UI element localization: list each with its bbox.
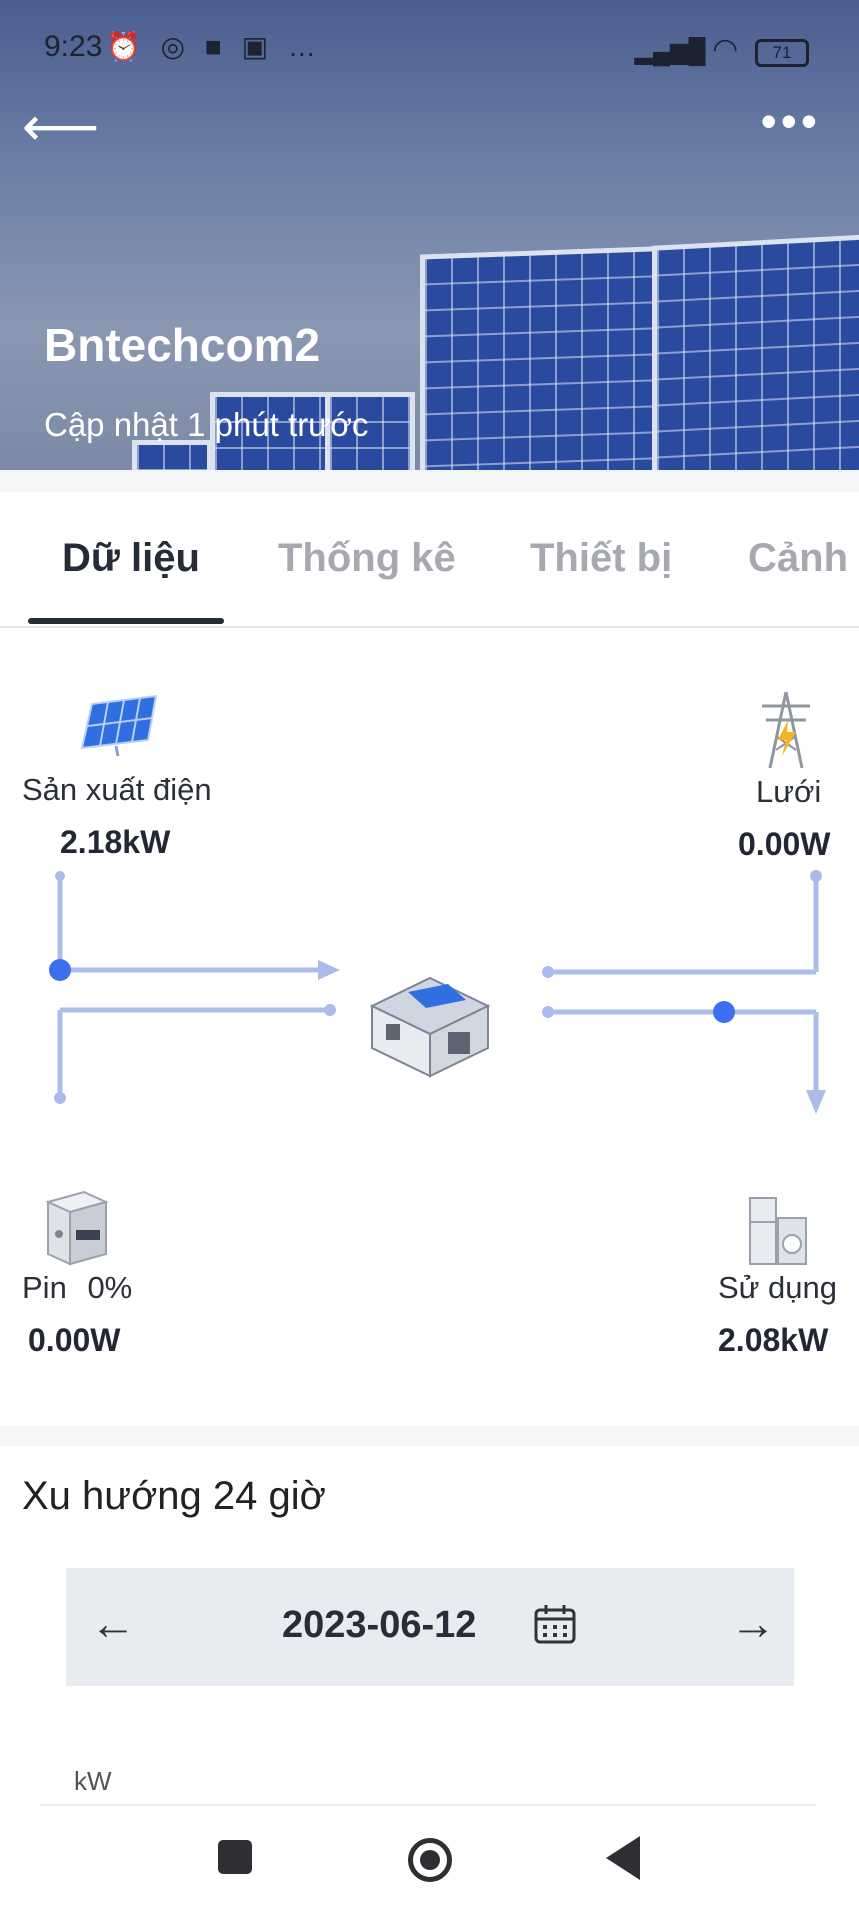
chart-unit-label: kW — [74, 1766, 112, 1796]
selected-date[interactable]: 2023-06-12 — [282, 1604, 476, 1647]
wifi-icon: ◠ — [712, 33, 739, 66]
tab-statistics[interactable]: Thống kê — [278, 536, 456, 581]
status-icons: ⏰ ◎ ■ ▣ … — [106, 30, 322, 63]
production-value: 2.18kW — [60, 824, 171, 860]
consumption-label: Sử dụng — [718, 1270, 838, 1305]
appliance-icon — [749, 1197, 807, 1265]
more-horizontal-icon: ••• — [760, 95, 821, 147]
energy-flow-card: Sản xuất điện 2.18kW Lưới 0.00W Pin 0% 0… — [0, 628, 859, 1426]
consumption-value: 2.08kW — [718, 1322, 829, 1358]
calendar-icon[interactable] — [534, 1604, 576, 1644]
battery-label: Pin 0% — [22, 1270, 132, 1306]
page-title: Bntechcom2 — [44, 319, 321, 371]
arrow-right-icon: → — [730, 1597, 776, 1649]
back-button[interactable]: ⟵ — [22, 100, 99, 154]
shopee-icon: ▣ — [241, 31, 275, 62]
more-icon: … — [287, 31, 322, 62]
arrow-left-icon: ← — [90, 1597, 136, 1649]
signal-icon: ▂▄▆█ — [634, 38, 706, 65]
notification-icon: ■ — [204, 31, 228, 62]
chart-gridline — [40, 1804, 816, 1806]
battery-cabinet-icon — [45, 1190, 109, 1266]
tab-alerts[interactable]: Cảnh l — [748, 536, 859, 581]
trend-title: Xu hướng 24 giờ — [22, 1474, 326, 1518]
arrow-left-icon: ⟵ — [22, 97, 100, 157]
alarm-icon: ⏰ — [106, 31, 147, 62]
status-right: ▂▄▆█ ◠ 71 — [635, 32, 809, 67]
solar-panel-image — [420, 245, 680, 470]
battery-percent: 0% — [87, 1270, 133, 1305]
production-label: Sản xuất điện — [22, 772, 212, 807]
tab-data[interactable]: Dữ liệu — [62, 536, 200, 581]
power-tower-icon — [762, 691, 810, 769]
house-icon — [369, 976, 491, 1078]
system-back-button[interactable] — [606, 1836, 640, 1880]
page-subtitle: Cập nhật 1 phút trước — [44, 406, 369, 443]
more-options-button[interactable]: ••• — [761, 94, 821, 148]
tab-bar: Dữ liệu Thống kê Thiết bị Cảnh l — [0, 492, 859, 628]
battery-value: 0.00W — [28, 1322, 121, 1358]
tab-devices[interactable]: Thiết bị — [530, 536, 672, 581]
previous-date-button[interactable]: ← — [90, 1596, 136, 1650]
battery-indicator: 71 — [755, 38, 809, 67]
recent-apps-button[interactable] — [218, 1840, 252, 1874]
status-time: 9:23 — [44, 30, 103, 63]
solar-panel-image — [652, 234, 859, 470]
grid-label: Lưới — [756, 774, 822, 809]
solar-panel-image — [132, 440, 212, 470]
header-banner — [0, 0, 859, 470]
home-button[interactable] — [408, 1838, 452, 1882]
solar-panel-icon — [80, 694, 158, 757]
battery-label-text: Pin — [22, 1270, 67, 1305]
next-date-button[interactable]: → — [730, 1596, 776, 1650]
tab-active-indicator — [28, 618, 224, 624]
location-icon: ◎ — [160, 31, 192, 62]
grid-value: 0.00W — [738, 826, 831, 862]
